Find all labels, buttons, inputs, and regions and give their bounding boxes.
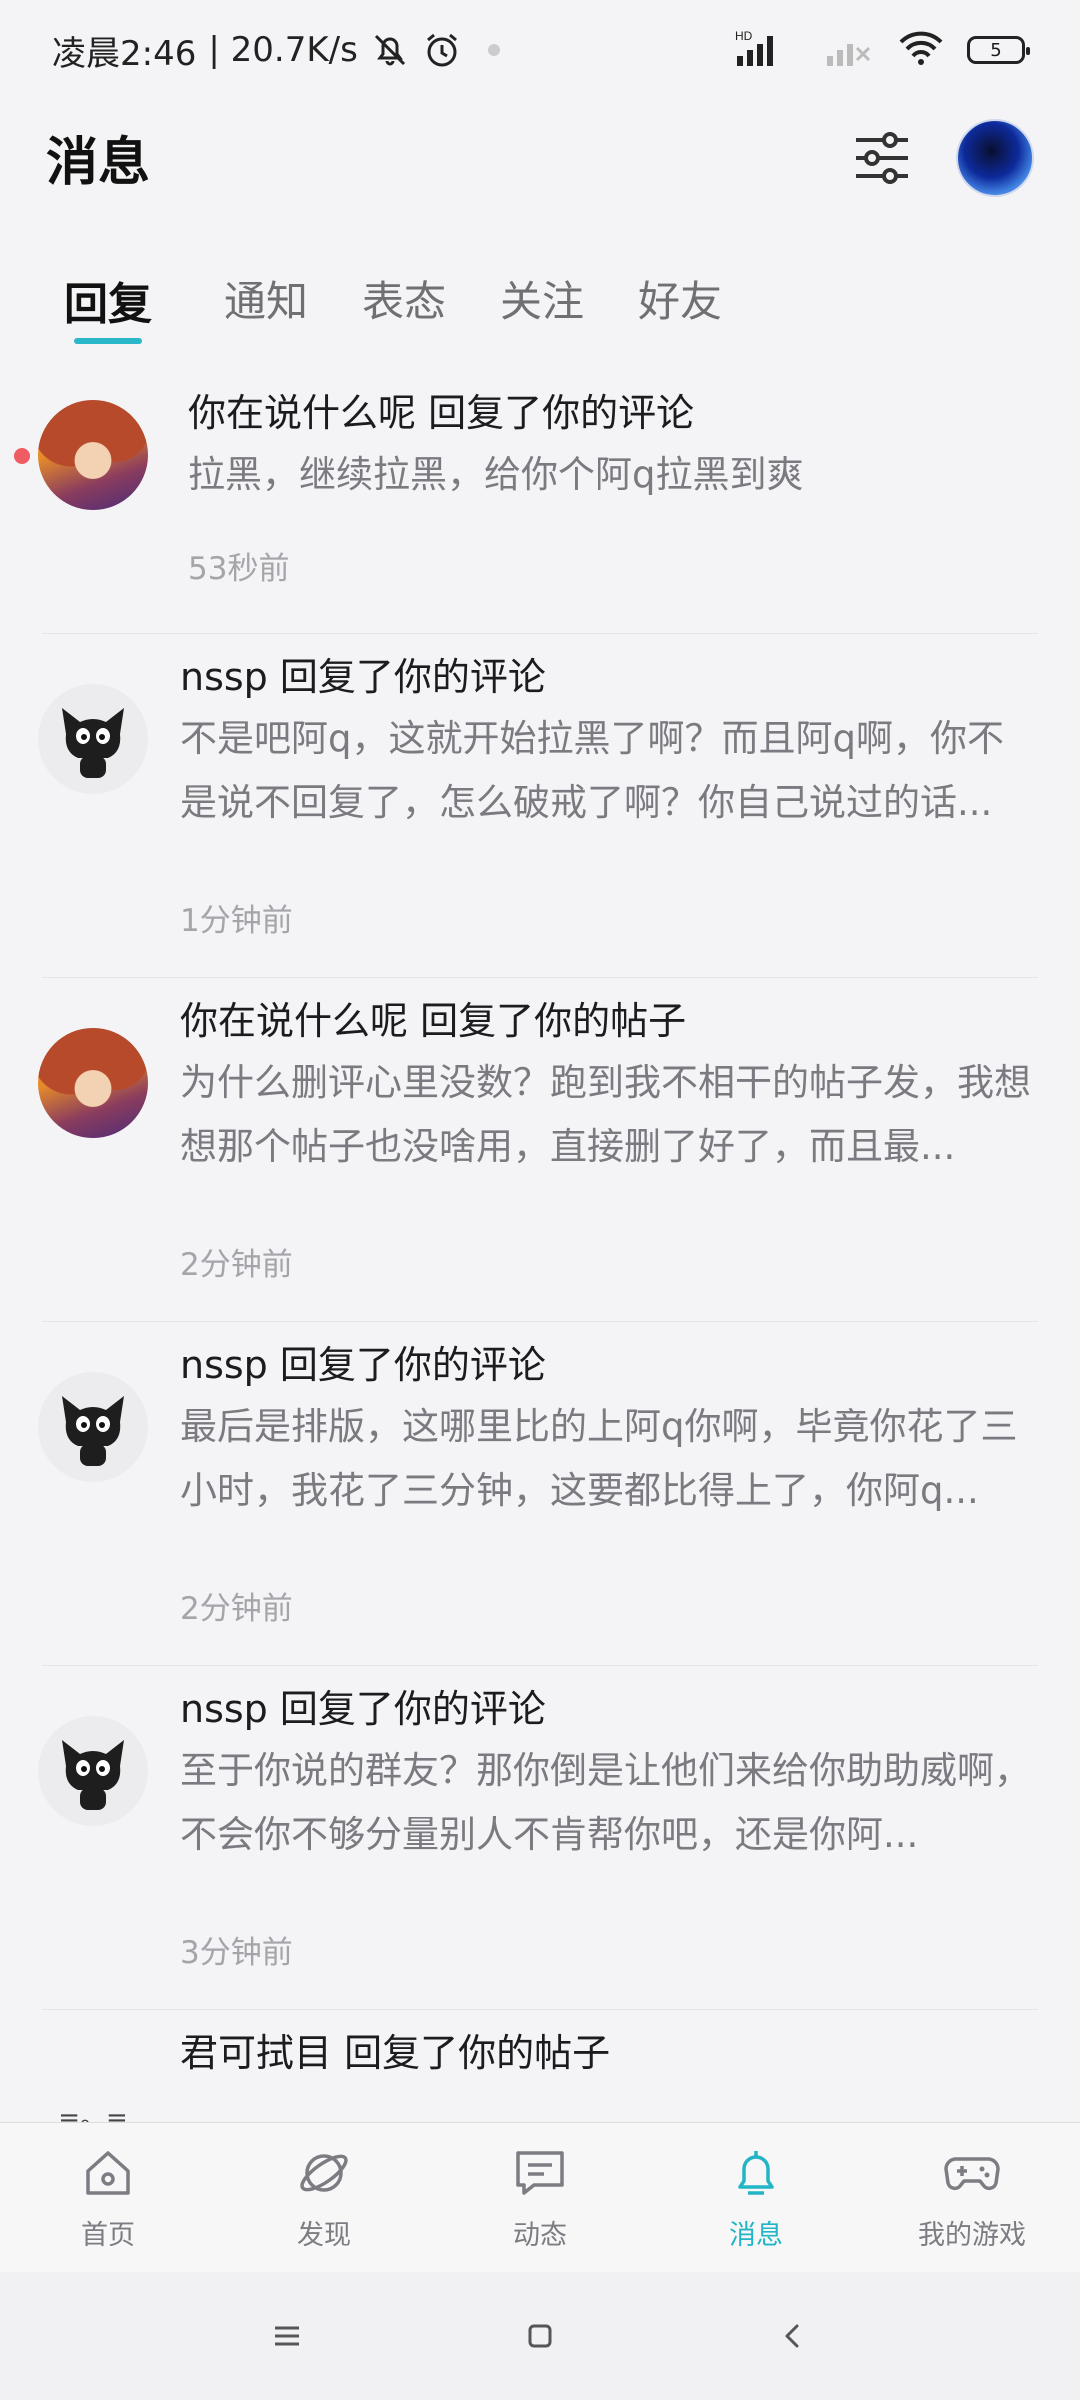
message-title: nssp 回复了你的评论: [180, 1343, 546, 1387]
message-item[interactable]: 你在说什么呢 回复了你的帖子 为什么删评心里没数？跑到我不相干的帖子发，我想想那…: [0, 978, 1080, 1322]
status-time: 凌晨2:46: [52, 33, 197, 74]
tab-reaction[interactable]: 表态: [362, 240, 446, 350]
message-body: 为什么删评心里没数？跑到我不相干的帖子发，我想想那个帖子也没啥用，直接删了好了，…: [180, 1061, 1031, 1168]
nav-label: 消息: [729, 2220, 783, 2251]
message-title: 你在说什么呢 回复了你的评论: [188, 391, 695, 435]
signal-no-service-icon: [825, 28, 875, 72]
gamepad-icon: [942, 2143, 1002, 2203]
anime-avatar[interactable]: [38, 1028, 148, 1138]
message-body: 拉黑，继续拉黑，给你个阿q拉黑到爽: [188, 453, 804, 496]
nav-discover[interactable]: 发现: [216, 2143, 432, 2252]
status-bar: 凌晨2:46 | 20.7K/s HD 5: [0, 0, 1080, 100]
cat-avatar[interactable]: [38, 684, 148, 794]
svg-text:HD: HD: [735, 29, 753, 43]
message-tabs: 回复 通知 表态 关注 好友: [0, 240, 1080, 360]
message-body: 不是吧阿q，这就开始拉黑了啊？而且阿q啊，你不是说不回复了，怎么破戒了啊？你自己…: [180, 717, 1004, 824]
nav-label: 发现: [297, 2220, 351, 2251]
message-item[interactable]: =。= 君可拭目 回复了你的帖子: [0, 2010, 1080, 2122]
nav-label: 动态: [513, 2220, 567, 2251]
system-nav-bar: [0, 2272, 1080, 2400]
menu-icon: [274, 2326, 299, 2346]
black-cat-icon: [62, 708, 124, 778]
signal-hd-icon: HD: [733, 28, 803, 72]
nav-feed[interactable]: 动态: [432, 2143, 648, 2252]
message-time: 1分钟前: [180, 903, 293, 939]
wifi-icon: [897, 28, 945, 72]
unread-dot: [14, 448, 30, 464]
cat-avatar[interactable]: [38, 1716, 148, 1826]
network-speed: | 20.7K/s: [208, 30, 358, 70]
bottom-nav: 首页 发现 动态 消息 我的游戏: [0, 2122, 1080, 2272]
app-notification-icon: [474, 30, 514, 70]
header: 消息: [0, 100, 1080, 215]
recent-apps-button[interactable]: [257, 2306, 317, 2366]
nav-home[interactable]: 首页: [0, 2143, 216, 2252]
anime-avatar[interactable]: [38, 400, 148, 510]
home-icon: [78, 2143, 138, 2203]
back-button[interactable]: [763, 2306, 823, 2366]
tab-follow[interactable]: 关注: [500, 240, 584, 350]
planet-icon: [294, 2143, 354, 2203]
message-item[interactable]: 你在说什么呢 回复了你的评论 拉黑，继续拉黑，给你个阿q拉黑到爽 53秒前: [0, 370, 1080, 634]
message-square-icon: [510, 2143, 570, 2203]
sliders-icon: [856, 131, 908, 184]
message-item[interactable]: nssp 回复了你的评论 不是吧阿q，这就开始拉黑了啊？而且阿q啊，你不是说不回…: [0, 634, 1080, 978]
nav-label: 首页: [81, 2220, 135, 2251]
tab-friends[interactable]: 好友: [638, 240, 722, 350]
back-arrow-icon: [785, 2324, 799, 2348]
message-title: nssp 回复了你的评论: [180, 1687, 546, 1731]
message-time: 53秒前: [188, 551, 290, 587]
filter-settings-button[interactable]: [850, 126, 914, 190]
nav-my-games[interactable]: 我的游戏: [864, 2143, 1080, 2252]
tab-reply[interactable]: 回复: [64, 240, 152, 350]
message-item[interactable]: nssp 回复了你的评论 至于你说的群友？那你倒是让他们来给你助助威啊，不会你不…: [0, 1666, 1080, 2010]
cat-avatar[interactable]: [38, 1372, 148, 1482]
message-title: nssp 回复了你的评论: [180, 655, 546, 699]
black-cat-icon: [62, 1396, 124, 1466]
message-time: 2分钟前: [180, 1247, 293, 1283]
message-body: 至于你说的群友？那你倒是让他们来给你助助威啊，不会你不够分量别人不肯帮你吧，还是…: [180, 1749, 1031, 1856]
battery-icon: 5: [967, 36, 1030, 64]
message-body: 最后是排版，这哪里比的上阿q你啊，毕竟你花了三小时，我花了三分钟，这要都比得上了…: [180, 1405, 1018, 1512]
message-time: 3分钟前: [180, 1935, 293, 1971]
nav-label: 我的游戏: [918, 2220, 1026, 2251]
nav-messages[interactable]: 消息: [648, 2143, 864, 2252]
mute-bell-icon: [370, 30, 410, 70]
message-list: 你在说什么呢 回复了你的评论 拉黑，继续拉黑，给你个阿q拉黑到爽 53秒前 ns…: [0, 370, 1080, 2122]
text-avatar[interactable]: =。=: [38, 2060, 148, 2123]
page-title: 消息: [46, 133, 151, 193]
square-icon: [528, 2324, 552, 2348]
message-title: 君可拭目 回复了你的帖子: [180, 2031, 611, 2075]
message-time: 2分钟前: [180, 1591, 293, 1627]
message-item[interactable]: nssp 回复了你的评论 最后是排版，这哪里比的上阿q你啊，毕竟你花了三小时，我…: [0, 1322, 1080, 1666]
alarm-icon: [422, 30, 462, 70]
black-cat-icon: [62, 1740, 124, 1810]
bell-icon: [726, 2143, 786, 2203]
message-title: 你在说什么呢 回复了你的帖子: [180, 999, 687, 1043]
home-button[interactable]: [510, 2306, 570, 2366]
user-avatar[interactable]: [956, 118, 1034, 197]
tab-notice[interactable]: 通知: [224, 240, 308, 350]
